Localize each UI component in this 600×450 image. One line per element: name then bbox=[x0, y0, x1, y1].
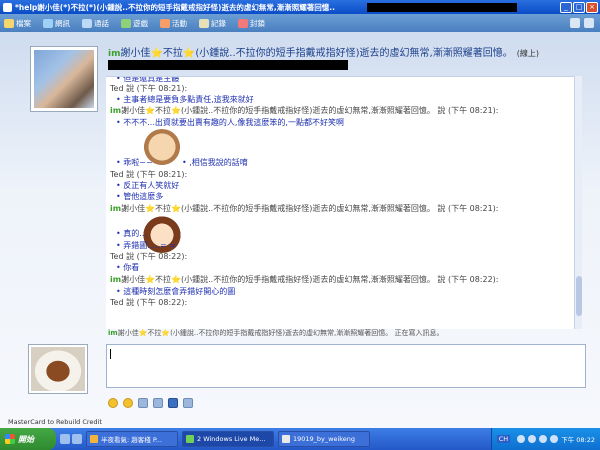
games-icon bbox=[121, 18, 131, 28]
contact-status: (線上) bbox=[516, 49, 539, 58]
chat-scrollbar[interactable] bbox=[574, 76, 582, 329]
taskbar-task[interactable]: 19019_by_weikeng bbox=[278, 431, 370, 447]
chat-speaker: Ted 說 (下午 08:22): bbox=[110, 298, 188, 307]
chat-line: ,相信我說的話唷 bbox=[182, 157, 248, 168]
chat-speaker: Ted 說 (下午 08:21): bbox=[110, 170, 188, 179]
chat-nick-line: im謝小佳⭐不拉⭐(小鍾說..不拉你的短手指戴戒指好怪)逝去的虛幻無常,漸漸照耀… bbox=[110, 275, 499, 284]
quick-launch bbox=[60, 434, 82, 444]
chat-nick-line: im謝小佳⭐不拉⭐(小鍾說..不拉你的短手指戴戒指好怪)逝去的虛幻無常,漸漸照耀… bbox=[110, 106, 499, 115]
chat-line: 主事者總是要負多點責任,這我來就好 bbox=[116, 94, 254, 105]
im-tag: im bbox=[110, 106, 122, 115]
toolbar-item-call[interactable]: 通話 bbox=[82, 18, 109, 29]
folder-icon bbox=[90, 435, 98, 443]
folder-icon bbox=[4, 18, 14, 28]
nudge-icon[interactable] bbox=[153, 398, 163, 408]
system-tray: CH 下午 08:22 bbox=[490, 428, 600, 450]
activities-icon bbox=[160, 18, 170, 28]
menu-icon[interactable] bbox=[584, 18, 594, 28]
clock: 下午 08:22 bbox=[561, 436, 595, 444]
font-icon[interactable] bbox=[168, 398, 178, 408]
my-avatar-image bbox=[31, 347, 85, 391]
paint-icon[interactable] bbox=[570, 18, 580, 28]
chat-line: 真的... bbox=[116, 228, 147, 239]
taskbar-task[interactable]: 2 Windows Live Me... bbox=[182, 431, 274, 447]
im-tag: im bbox=[110, 275, 122, 284]
volume-icon[interactable] bbox=[528, 435, 537, 443]
text-caret bbox=[110, 349, 111, 359]
language-indicator[interactable]: CH bbox=[496, 435, 511, 443]
chat-line: 管他這麼多 bbox=[116, 191, 163, 202]
close-button[interactable]: × bbox=[586, 1, 598, 13]
toolbar: 檔案 網訊 通話 遊戲 活動 記錄 封鎖 bbox=[0, 14, 600, 32]
toolbar-item-block[interactable]: 封鎖 bbox=[238, 18, 265, 29]
messenger-tray-icon[interactable] bbox=[539, 435, 548, 443]
chat-nick-line: im謝小佳⭐不拉⭐(小鍾說..不拉你的短手指戴戒指好怪)逝去的虛幻無常,漸漸照耀… bbox=[110, 204, 499, 213]
handwriting-icon[interactable] bbox=[183, 398, 193, 408]
messenger-icon bbox=[186, 435, 194, 443]
redacted-email bbox=[108, 60, 348, 70]
maximize-button[interactable]: □ bbox=[573, 1, 585, 13]
start-button[interactable]: 開始 bbox=[0, 428, 56, 450]
chat-speaker: Ted 說 (下午 08:21): bbox=[110, 84, 188, 93]
image-icon bbox=[282, 435, 290, 443]
contact-avatar[interactable] bbox=[30, 46, 98, 112]
phone-icon bbox=[82, 18, 92, 28]
scrollbar-thumb[interactable] bbox=[576, 276, 582, 316]
chat-line: 乖啦~~ bbox=[116, 157, 152, 168]
redacted-bar bbox=[367, 2, 517, 12]
contact-name: 謝小佳⭐不拉⭐(小鍾說..不拉你的短手指戴戒指好怪)逝去的虛幻無常,漸漸照耀著回… bbox=[120, 48, 513, 59]
emoticon-icon[interactable] bbox=[108, 398, 118, 408]
toolbar-item-video[interactable]: 網訊 bbox=[43, 18, 70, 29]
window-title: *help謝小佳(*)不拉(*)(小鍾說..不拉你的短手指戴戒指好怪)逝去的虛幻… bbox=[15, 2, 335, 12]
messenger-icon bbox=[3, 2, 12, 12]
taskbar-task[interactable]: 半夜看氣: 趙客棧 P... bbox=[86, 431, 178, 447]
window-controls: _ □ × bbox=[560, 1, 600, 13]
im-tag: im bbox=[110, 204, 122, 213]
contact-header: im謝小佳⭐不拉⭐(小鍾說..不拉你的短手指戴戒指好怪)逝去的虛幻無常,漸漸照耀… bbox=[108, 44, 578, 59]
security-icon[interactable] bbox=[550, 435, 559, 443]
ad-text[interactable]: MasterCard to Rebuild Credit bbox=[8, 418, 102, 426]
block-icon bbox=[238, 18, 248, 28]
history-icon bbox=[199, 18, 209, 28]
chat-history[interactable]: 但是還真是主體 Ted 說 (下午 08:21): 主事者總是要負多點責任,這我… bbox=[106, 76, 574, 329]
chat-line: 不不不...出資就要出賣有趣的人,像我這麼笨的,一點都不好笑啊 bbox=[116, 117, 344, 128]
im-tag: im bbox=[108, 49, 121, 59]
chat-speaker: Ted 說 (下午 08:22): bbox=[110, 252, 188, 261]
format-toolbar bbox=[108, 398, 193, 408]
title-bar: *help謝小佳(*)不拉(*)(小鍾說..不拉你的短手指戴戒指好怪)逝去的虛幻… bbox=[0, 0, 600, 14]
network-icon[interactable] bbox=[517, 435, 526, 443]
chat-line: 弄錯圖.....= = bbox=[116, 240, 176, 251]
im-tag: im bbox=[108, 329, 118, 337]
toolbar-item-file[interactable]: 檔案 bbox=[4, 18, 31, 29]
conversation-window: im謝小佳⭐不拉⭐(小鍾說..不拉你的短手指戴戒指好怪)逝去的虛幻無常,漸漸照耀… bbox=[0, 32, 600, 428]
toolbar-item-history[interactable]: 記錄 bbox=[199, 18, 226, 29]
chat-line: 反正有人笑就好 bbox=[116, 180, 179, 191]
webcam-icon bbox=[43, 18, 53, 28]
taskbar: 開始 半夜看氣: 趙客棧 P... 2 Windows Live Me... 1… bbox=[0, 428, 600, 450]
toolbar-right bbox=[570, 18, 600, 28]
typing-status: im謝小佳⭐不拉⭐(小鍾說..不拉你的短手指戴戒指好怪)逝去的虛幻無常,漸漸照耀… bbox=[108, 329, 444, 337]
toolbar-item-games[interactable]: 遊戲 bbox=[121, 18, 148, 29]
wink-icon[interactable] bbox=[123, 398, 133, 408]
contact-avatar-image bbox=[34, 50, 94, 108]
chat-line: 這種時刻怎麼會弄錯好開心的圖 bbox=[116, 286, 235, 297]
my-avatar[interactable] bbox=[28, 344, 88, 394]
desktop-icon[interactable] bbox=[60, 434, 70, 444]
background-icon[interactable] bbox=[138, 398, 148, 408]
windows-flag-icon bbox=[5, 434, 15, 444]
toolbar-item-activities[interactable]: 活動 bbox=[160, 18, 187, 29]
message-input[interactable] bbox=[106, 344, 586, 388]
minimize-button[interactable]: _ bbox=[560, 1, 572, 13]
chat-line: 你看 bbox=[116, 262, 139, 273]
browser-icon[interactable] bbox=[72, 434, 82, 444]
